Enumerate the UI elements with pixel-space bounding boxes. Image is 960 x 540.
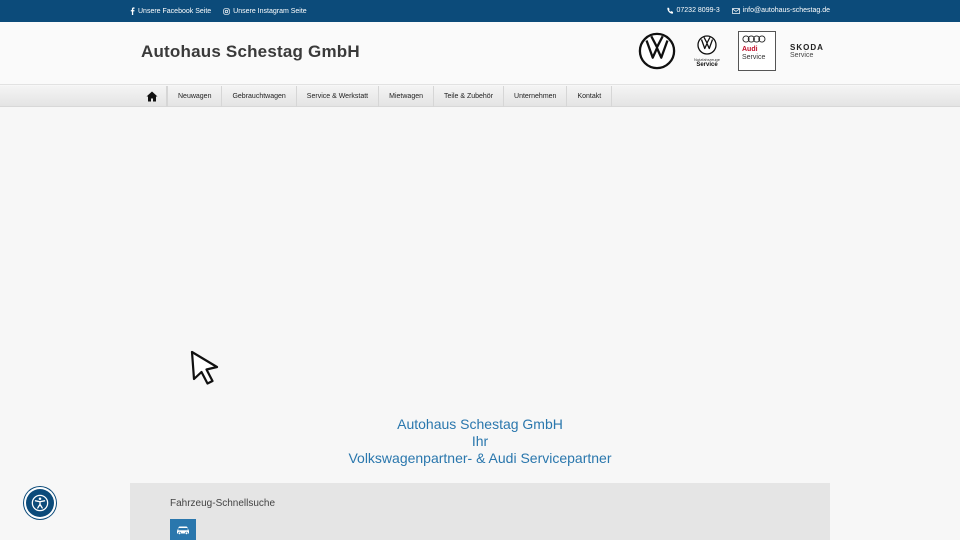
hero-line-2: Ihr: [471, 433, 489, 449]
phone-link[interactable]: 07232 8099-3: [666, 7, 720, 14]
nav-home[interactable]: [137, 86, 167, 107]
car-icon: [177, 526, 189, 535]
hero-line-1: Autohaus Schestag GmbH: [397, 416, 563, 432]
vw-commercial-emblem: [697, 34, 717, 55]
audi-line2: Service: [742, 54, 766, 61]
facebook-icon: [130, 7, 135, 15]
nav-unternehmen[interactable]: Unternehmen: [504, 86, 568, 107]
envelope-icon: [731, 7, 740, 14]
hero-line-3: Volkswagenpartner- & Audi Servicepartner: [348, 450, 612, 466]
nav-neuwagen[interactable]: Neuwagen: [167, 86, 223, 107]
instagram-link[interactable]: Unsere Instagram Seite: [223, 7, 307, 15]
mouse-pointer-icon: [190, 350, 219, 385]
accessibility-icon: [31, 494, 49, 512]
phone-icon: [666, 7, 673, 14]
instagram-link-label: Unsere Instagram Seite: [233, 7, 307, 15]
audi-rings-icon: [742, 35, 766, 43]
main-navigation: Neuwagen Gebrauchtwagen Service & Werkst…: [0, 86, 960, 107]
home-icon: [146, 91, 157, 102]
audi-line1: Audi: [742, 46, 758, 53]
facebook-link-label: Unsere Facebook Seite: [138, 7, 212, 15]
email-link[interactable]: info@autohaus-schestag.de: [731, 7, 830, 14]
accessibility-button[interactable]: [26, 489, 54, 517]
skoda-line2: Service: [790, 52, 814, 59]
audi-service-logo[interactable]: Audi Service: [738, 31, 776, 71]
skoda-service-logo[interactable]: SKODA Service: [790, 43, 830, 59]
brand-logos: Nutzfahrzeuge Service Audi Service SKODA…: [638, 30, 830, 72]
nav-kontakt[interactable]: Kontakt: [567, 86, 613, 107]
facebook-link[interactable]: Unsere Facebook Seite: [130, 7, 211, 15]
skoda-line1: SKODA: [790, 43, 824, 52]
hero-heading: Autohaus Schestag GmbH Ihr Volkswagenpar…: [0, 416, 960, 467]
nav-teile-zubehoer[interactable]: Teile & Zubehör: [434, 86, 505, 107]
site-header: Autohaus Schestag GmbH Nutzfahrzeuge Ser…: [0, 22, 960, 85]
top-bar: Unsere Facebook Seite Unsere Instagram S…: [0, 0, 960, 22]
brand-name[interactable]: Autohaus Schestag GmbH: [141, 42, 360, 62]
phone-number: 07232 8099-3: [676, 7, 720, 14]
quick-search-title: Fahrzeug-Schnellsuche: [170, 498, 276, 509]
volkswagen-logo[interactable]: [638, 32, 676, 70]
nav-mietwagen[interactable]: Mietwagen: [379, 86, 434, 107]
email-address: info@autohaus-schestag.de: [742, 7, 830, 14]
vw-commercial-line2: Service: [696, 61, 718, 68]
nav-gebrauchtwagen[interactable]: Gebrauchtwagen: [222, 86, 297, 107]
vw-commercial-logo[interactable]: Nutzfahrzeuge Service: [690, 34, 724, 68]
car-category-button[interactable]: [170, 519, 196, 540]
instagram-icon: [223, 7, 230, 15]
vehicle-quick-search: Fahrzeug-Schnellsuche: [130, 483, 830, 540]
nav-service-werkstatt[interactable]: Service & Werkstatt: [297, 86, 380, 107]
